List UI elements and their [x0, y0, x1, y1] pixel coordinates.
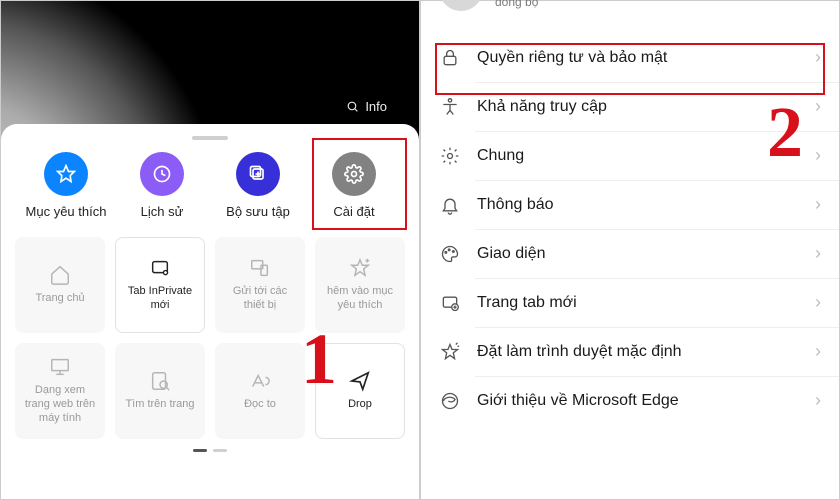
- chevron-right-icon: ›: [815, 390, 821, 411]
- row-notifications-label: Thông báo: [477, 196, 799, 214]
- quick-actions-row: Mục yêu thích Lịch sử Bộ sưu tập Cài đặt: [15, 152, 405, 219]
- collections-button[interactable]: Bộ sưu tập: [213, 152, 303, 219]
- settings-list: Quyền riêng tư và bảo mật › Khả năng tru…: [421, 33, 839, 425]
- chevron-right-icon: ›: [815, 243, 821, 264]
- page-indicator: [15, 449, 405, 452]
- clock-icon: [140, 152, 184, 196]
- home-label: Trang chủ: [35, 292, 84, 306]
- desktop-view-tile[interactable]: Dạng xem trang web trên máy tính: [15, 343, 105, 439]
- accessibility-icon: [439, 97, 461, 117]
- row-default-browser-label: Đặt làm trình duyệt mặc định: [477, 343, 799, 361]
- find-tile[interactable]: Tìm trên trang: [115, 343, 205, 439]
- right-panel: đồng bộ Quyền riêng tư và bảo mật › Khả …: [420, 0, 840, 500]
- desktop-view-label: Dạng xem trang web trên máy tính: [21, 384, 99, 425]
- row-newtab[interactable]: Trang tab mới ›: [421, 278, 839, 327]
- chevron-right-icon: ›: [815, 96, 821, 117]
- row-default-browser[interactable]: Đặt làm trình duyệt mặc định ›: [421, 327, 839, 376]
- gear-icon: [332, 152, 376, 196]
- collections-label: Bộ sưu tập: [226, 204, 290, 219]
- read-aloud-label: Đọc to: [244, 398, 276, 412]
- edge-icon: [439, 391, 461, 411]
- search-icon: [346, 100, 359, 113]
- bottom-sheet: Mục yêu thích Lịch sử Bộ sưu tập Cài đặt: [1, 124, 419, 499]
- row-general[interactable]: Chung ›: [421, 131, 839, 180]
- send-devices-icon: [249, 257, 271, 279]
- favorites-button[interactable]: Mục yêu thích: [21, 152, 111, 219]
- avatar: [439, 0, 483, 11]
- page-dot: [213, 449, 227, 452]
- send-devices-label: Gửi tới các thiết bị: [221, 285, 299, 313]
- row-accessibility-label: Khả năng truy cập: [477, 98, 799, 116]
- gear-icon: [439, 146, 461, 166]
- row-privacy-label: Quyền riêng tư và bảo mật: [477, 49, 799, 67]
- chevron-right-icon: ›: [815, 194, 821, 215]
- history-label: Lịch sử: [141, 204, 184, 219]
- send-devices-tile[interactable]: Gửi tới các thiết bị: [215, 237, 305, 333]
- find-icon: [149, 370, 171, 392]
- read-aloud-icon: [249, 370, 271, 392]
- favorites-label: Mục yêu thích: [26, 204, 107, 219]
- home-tile[interactable]: Trang chủ: [15, 237, 105, 333]
- chevron-right-icon: ›: [815, 341, 821, 362]
- drop-tile[interactable]: Drop: [315, 343, 405, 439]
- star-shine-icon: [439, 342, 461, 362]
- row-general-label: Chung: [477, 147, 799, 165]
- lock-icon: [439, 48, 461, 68]
- star-plus-icon: [349, 257, 371, 279]
- inprivate-label: Tab InPrivate mới: [122, 285, 198, 313]
- home-icon: [49, 264, 71, 286]
- drop-icon: [349, 370, 371, 392]
- palette-icon: [439, 244, 461, 264]
- read-aloud-tile[interactable]: Đọc to: [215, 343, 305, 439]
- row-privacy[interactable]: Quyền riêng tư và bảo mật ›: [421, 33, 839, 82]
- drop-label: Drop: [348, 398, 372, 412]
- row-newtab-label: Trang tab mới: [477, 294, 799, 312]
- left-panel: Info Mục yêu thích Lịch sử Bộ sưu tậ: [0, 0, 420, 500]
- inprivate-icon: [149, 257, 171, 279]
- inprivate-tile[interactable]: Tab InPrivate mới: [115, 237, 205, 333]
- find-label: Tìm trên trang: [125, 398, 194, 412]
- page-dot-active: [193, 449, 207, 452]
- action-grid: Trang chủ Tab InPrivate mới Gửi tới các …: [15, 237, 405, 439]
- row-about-edge-label: Giới thiệu về Microsoft Edge: [477, 392, 799, 410]
- row-accessibility[interactable]: Khả năng truy cập ›: [421, 82, 839, 131]
- chevron-right-icon: ›: [815, 47, 821, 68]
- add-favorite-label: hêm vào mục yêu thích: [321, 285, 399, 313]
- newtab-icon: [439, 293, 461, 313]
- info-pill[interactable]: Info: [334, 95, 399, 118]
- desktop-icon: [49, 356, 71, 378]
- settings-button[interactable]: Cài đặt: [309, 152, 399, 219]
- settings-label: Cài đặt: [333, 204, 374, 219]
- history-button[interactable]: Lịch sử: [117, 152, 207, 219]
- row-appearance-label: Giao diện: [477, 245, 799, 263]
- info-label: Info: [365, 99, 387, 114]
- row-about-edge[interactable]: Giới thiệu về Microsoft Edge ›: [421, 376, 839, 425]
- row-notifications[interactable]: Thông báo ›: [421, 180, 839, 229]
- collections-icon: [236, 152, 280, 196]
- sync-label: đồng bộ: [495, 0, 538, 9]
- row-appearance[interactable]: Giao diện ›: [421, 229, 839, 278]
- account-sync-row[interactable]: đồng bộ: [421, 1, 839, 33]
- sheet-grabber[interactable]: [192, 136, 228, 140]
- add-favorite-tile[interactable]: hêm vào mục yêu thích: [315, 237, 405, 333]
- star-icon: [44, 152, 88, 196]
- chevron-right-icon: ›: [815, 292, 821, 313]
- chevron-right-icon: ›: [815, 145, 821, 166]
- bell-icon: [439, 195, 461, 215]
